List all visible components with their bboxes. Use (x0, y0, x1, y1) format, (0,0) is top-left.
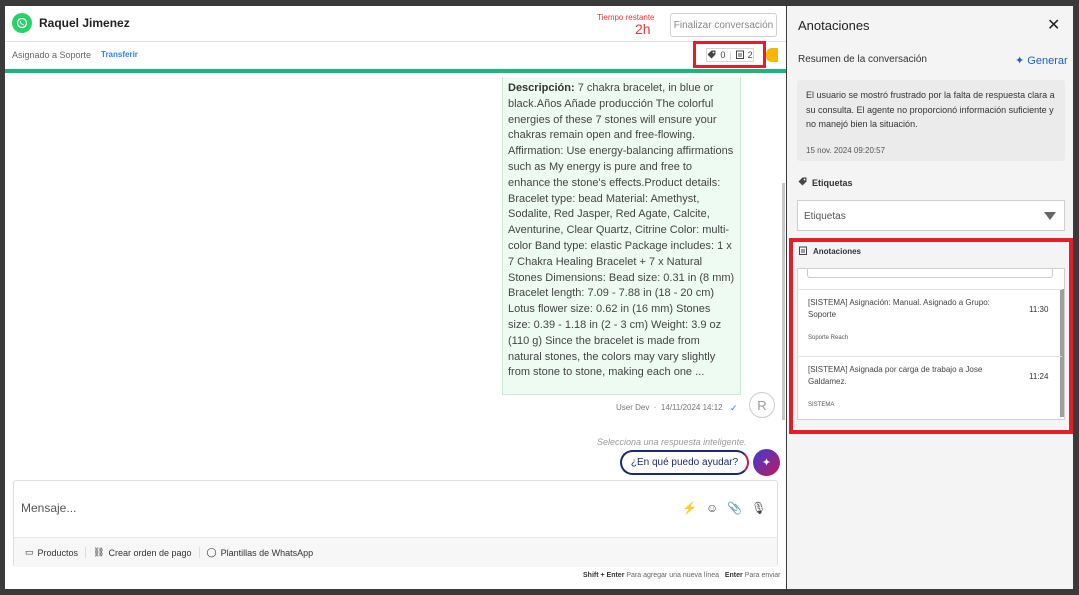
message-datetime: 14/11/2024 14:12 (660, 403, 723, 412)
counter-divider: | (729, 50, 732, 60)
create-payment-label: Crear orden de pago (108, 547, 192, 558)
message-scrollbar[interactable] (782, 183, 785, 420)
shortcut-key-2: Enter (724, 572, 743, 579)
lightning-icon[interactable]: ⚡ (682, 501, 697, 515)
emoji-icon[interactable] (766, 48, 778, 62)
sparkle-icon: ✦ (1015, 55, 1025, 67)
sparkle-icon[interactable]: ✦ (753, 449, 780, 476)
summary-label: Resumen de la conversación (798, 54, 927, 65)
assignment-bar: Asignado a Soporte Transferir (5, 42, 786, 70)
message-composer: Mensaje... ⚡ ☺ 📎 🎙 ▭ Productos ⛓ Crear o… (13, 480, 778, 567)
tags-select-value: Etiquetas (804, 211, 846, 222)
keyboard-hints: Shift + Enter Para agregar una nueva lín… (583, 572, 781, 579)
finalize-conversation-button[interactable]: Finalizar conversación (670, 13, 777, 37)
message-input[interactable]: Mensaje... (21, 501, 76, 515)
note-icon (735, 50, 744, 61)
whatsapp-icon (12, 13, 32, 33)
note-time: 11:30 (1029, 305, 1049, 314)
transfer-link[interactable]: Transferir (101, 50, 138, 59)
tag-icon (707, 50, 716, 61)
note-author: Soporte Reach (808, 335, 849, 341)
tags-section-label: Etiquetas (798, 177, 853, 188)
whatsapp-templates-label: Plantillas de WhatsApp (220, 547, 314, 558)
composer-tools: ⚡ ☺ 📎 🎙 (682, 501, 766, 515)
note-time: 11:24 (1029, 372, 1049, 381)
panel-title: Anotaciones (798, 18, 870, 33)
store-icon: ▭ (25, 547, 34, 557)
attachment-icon[interactable]: 📎 (727, 501, 742, 515)
generate-button[interactable]: ✦ Generar (1015, 54, 1068, 67)
summary-date: 15 nov. 2024 09:20:57 (806, 146, 886, 155)
message-list: Descripción: 7 chakra bracelet, in blue … (5, 73, 786, 480)
message-bubble: Descripción: 7 chakra bracelet, in blue … (502, 77, 741, 395)
chat-header: Raquel Jimenez Tiempo restante 2h Finali… (5, 6, 786, 42)
shortcut-text-1: Para agregar una nueva línea (626, 572, 720, 579)
microphone-icon[interactable]: 🎙 (751, 501, 766, 515)
assigned-label: Asignado a Soporte (12, 50, 92, 60)
summary-text: El usuario se mostró frustrado por la fa… (806, 90, 1055, 129)
message-sender: User Dev (616, 403, 650, 412)
note-text: [SISTEMA] Asignada por carga de trabajo … (808, 365, 983, 386)
notes-highlight: Anotaciones [SISTEMA] Asignación: Manual… (789, 238, 1073, 434)
tag-icon (798, 177, 807, 188)
products-label: Productos (37, 547, 79, 558)
note-icon (799, 246, 807, 257)
note-item[interactable]: [SISTEMA] Asignación: Manual. Asignado a… (799, 289, 1062, 347)
whatsapp-templates-button[interactable]: ◯ Plantillas de WhatsApp (200, 547, 321, 558)
message-text: 7 chakra bracelet, in blue or black.Años… (508, 82, 735, 379)
tags-label: Etiquetas (812, 177, 853, 188)
tags-select[interactable]: Etiquetas (797, 200, 1065, 231)
counters-highlight: 0 | 2 (693, 41, 766, 68)
link-icon: ⛓ (93, 547, 105, 557)
smart-reply-hint: Selecciona una respuesta inteligente. (597, 437, 747, 447)
read-check-icon: ✓ (730, 403, 738, 413)
tag-count: 0 (720, 50, 726, 60)
note-author: SISTEMA (808, 402, 835, 408)
whatsapp-icon: ◯ (206, 547, 217, 557)
notes-label: Anotaciones (813, 247, 862, 256)
notes-section-label: Anotaciones (799, 246, 861, 257)
counters-box[interactable]: 0 | 2 (706, 48, 754, 62)
note-count: 2 (747, 50, 753, 60)
summary-box: El usuario se mostró frustrado por la fa… (797, 80, 1065, 161)
message-label: Descripción: (508, 82, 575, 94)
products-button[interactable]: ▭ Productos (18, 547, 87, 558)
emoji-icon[interactable]: ☺ (706, 501, 718, 515)
annotations-panel: Anotaciones ✕ Resumen de la conversación… (787, 6, 1073, 589)
shortcut-key-1: Shift + Enter (583, 572, 625, 579)
shortcut-text-2: Para enviar (744, 572, 781, 579)
note-item[interactable]: [SISTEMA] Asignada por carga de trabajo … (799, 356, 1062, 414)
create-payment-button[interactable]: ⛓ Crear orden de pago (86, 547, 200, 558)
meta-separator: · (653, 403, 657, 412)
chat-panel: Raquel Jimenez Tiempo restante 2h Finali… (5, 6, 786, 589)
message-meta: User Dev · 14/11/2024 14:12 (616, 403, 723, 412)
avatar[interactable]: R (749, 392, 775, 418)
note-input[interactable] (807, 269, 1053, 278)
time-remaining-value: 2h (635, 21, 651, 37)
note-text: [SISTEMA] Asignación: Manual. Asignado a… (808, 298, 990, 319)
close-icon[interactable]: ✕ (1047, 15, 1060, 35)
chevron-down-icon (1044, 212, 1056, 220)
composer-footer: ▭ Productos ⛓ Crear orden de pago ◯ Plan… (14, 537, 777, 567)
smart-reply-chip[interactable]: ¿En qué puedo ayudar? (620, 450, 749, 475)
notes-list: [SISTEMA] Asignación: Manual. Asignado a… (797, 268, 1065, 420)
generate-label: Generar (1027, 55, 1068, 67)
contact-name: Raquel Jimenez (39, 16, 130, 30)
